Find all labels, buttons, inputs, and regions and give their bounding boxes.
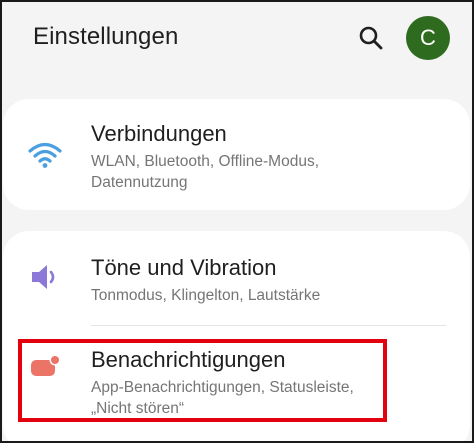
divider [91,325,446,326]
settings-item-subtitle: Tonmodus, Klingelton, Lautstärke [91,287,321,304]
settings-item-title: Verbindungen [91,121,227,146]
settings-screen: Einstellungen C Verbindungen WLAN, Bluet… [0,0,474,443]
settings-item-connections[interactable]: Verbindungen WLAN, Bluetooth, Offline-Mo… [3,99,470,210]
header: Einstellungen C [2,2,472,76]
settings-item-title: Töne und Vibration [91,255,277,280]
avatar-letter: C [420,25,436,50]
search-button[interactable] [355,22,387,54]
wifi-icon [25,135,65,175]
page-title: Einstellungen [33,23,179,50]
settings-item-subtitle: App-Benachrichtigungen, Statusleiste, „N… [91,379,354,417]
settings-card-sound-notifications: Töne und Vibration Tonmodus, Klingelton,… [3,231,470,441]
avatar[interactable]: C [406,16,450,60]
settings-item-notifications[interactable]: Benachrichtigungen App-Benachrichtigunge… [3,327,470,437]
settings-item-subtitle: WLAN, Bluetooth, Offline-Modus, Datennut… [91,153,320,191]
settings-item-sounds[interactable]: Töne und Vibration Tonmodus, Klingelton,… [3,231,470,323]
notification-icon [25,347,65,387]
speaker-icon [25,257,65,297]
search-icon [359,26,383,50]
settings-card-connections: Verbindungen WLAN, Bluetooth, Offline-Mo… [3,99,470,210]
settings-item-title: Benachrichtigungen [91,347,286,372]
